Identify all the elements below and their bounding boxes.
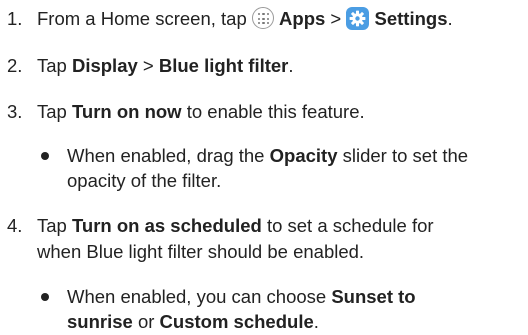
- step-number: 2.: [7, 55, 23, 76]
- step-number: 1.: [7, 8, 23, 29]
- or-text: or: [137, 311, 155, 332]
- instructions-page: 1. From a Home screen, tap Apps > Settin…: [0, 0, 528, 335]
- step-4-bullet-line-1: When enabled, you can choose Sunset to: [67, 285, 416, 309]
- sunset-to-label: Sunset to: [331, 286, 416, 307]
- separator: >: [330, 8, 342, 29]
- step-3-suffix: to enable this feature.: [186, 101, 365, 122]
- step-4-line-2: when Blue light filter should be enabled…: [37, 240, 364, 264]
- turn-on-as-scheduled-label: Turn on as scheduled: [71, 215, 262, 236]
- bullet-dot: [41, 152, 49, 160]
- step-text: Tap Turn on as scheduled to set a schedu…: [37, 214, 434, 238]
- step-1-prefix: From a Home screen, tap: [37, 8, 247, 29]
- apps-label: Apps: [279, 8, 326, 29]
- opacity-label: Opacity: [269, 145, 338, 166]
- step-2-end: .: [288, 55, 294, 76]
- sunrise-label: sunrise: [67, 311, 133, 332]
- step-text: Tap Turn on now to enable this feature.: [37, 100, 365, 124]
- step-text: Tap Display > Blue light filter.: [37, 54, 294, 78]
- separator: >: [142, 55, 154, 76]
- bullet-dot: [41, 293, 49, 301]
- step-2-prefix: Tap: [37, 55, 67, 76]
- bullet-suffix: slider to set the: [342, 145, 469, 166]
- display-label: Display: [71, 55, 138, 76]
- step-text: From a Home screen, tap Apps > Settings.: [37, 7, 453, 31]
- step-3-bullet-line-1: When enabled, drag the Opacity slider to…: [67, 144, 468, 168]
- bullet-prefix: When enabled, drag the: [67, 145, 265, 166]
- blue-light-filter-label: Blue light filter: [158, 55, 289, 76]
- step-4-continuation: when Blue light filter should be enabled…: [37, 241, 365, 262]
- bullet-end: .: [313, 311, 319, 332]
- settings-label: Settings: [374, 8, 448, 29]
- turn-on-now-label: Turn on now: [71, 101, 182, 122]
- bullet-continuation: opacity of the filter.: [67, 170, 222, 191]
- custom-schedule-label: Custom schedule: [159, 311, 314, 332]
- step-3-prefix: Tap: [37, 101, 67, 122]
- step-3-bullet-line-2: opacity of the filter.: [67, 169, 221, 193]
- step-4-suffix: to set a schedule for: [266, 215, 434, 236]
- bullet-prefix: When enabled, you can choose: [67, 286, 327, 307]
- step-4-prefix: Tap: [37, 215, 67, 236]
- step-1-end: .: [447, 8, 453, 29]
- settings-gear-icon: [346, 7, 370, 30]
- step-4-bullet-line-2: sunrise or Custom schedule.: [67, 310, 319, 334]
- step-number: 3.: [7, 101, 23, 122]
- step-number: 4.: [7, 215, 23, 236]
- apps-grid-icon: [251, 7, 274, 29]
